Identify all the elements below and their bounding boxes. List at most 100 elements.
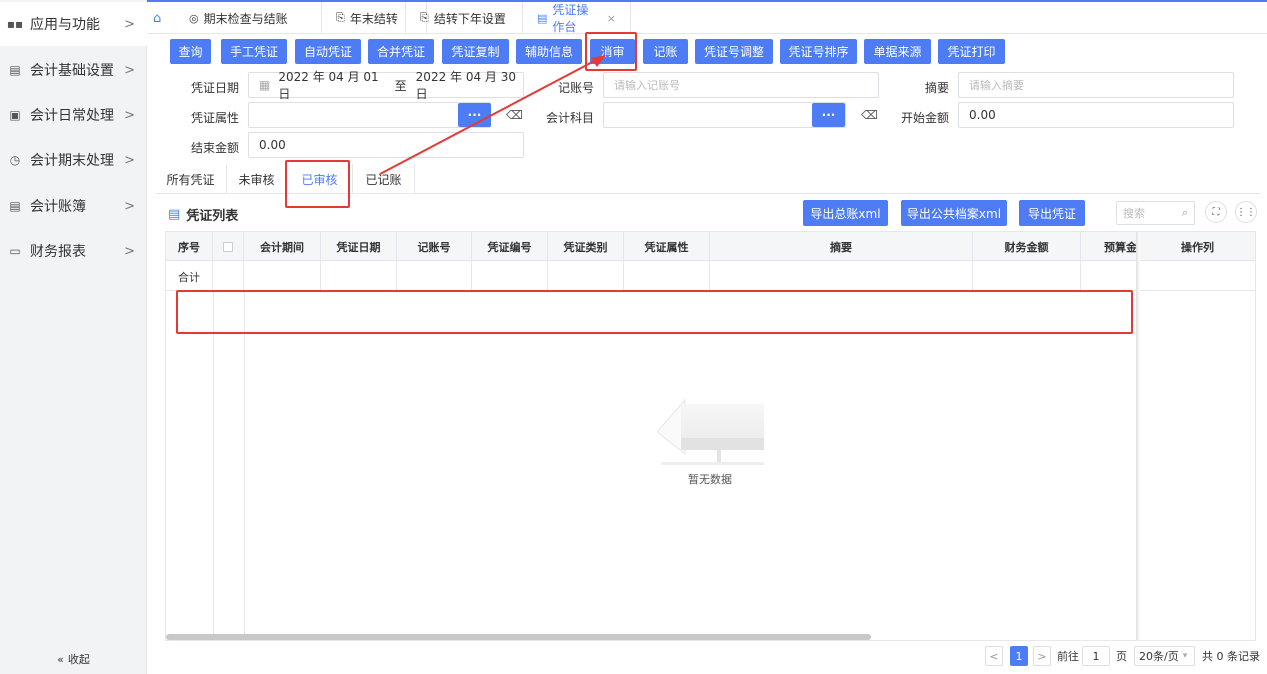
home-icon[interactable]: ⌂ [153, 11, 161, 26]
source-doc-button[interactable]: 单据来源 [864, 39, 931, 64]
start-amount-input[interactable]: 0.00 [958, 102, 1234, 128]
sidebar-item-label: 会计日常处理 [30, 108, 114, 124]
caret-down-icon: ▾ [1182, 651, 1188, 661]
empty-state-illustration [657, 398, 764, 465]
tab-label: 年末结转 [349, 11, 398, 26]
horizontal-scrollbar[interactable] [166, 634, 871, 640]
subject-label: 会计科目 [545, 111, 594, 125]
search-icon: ⌕ [1181, 206, 1188, 219]
manual-voucher-button[interactable]: 手工凭证 [221, 39, 287, 64]
account-no-input[interactable]: 请输入记账号 [603, 72, 879, 98]
print-voucher-button[interactable]: 凭证打印 [938, 39, 1005, 64]
sidebar-item-reports[interactable]: ▭ 财务报表 > [0, 229, 147, 273]
collapse-button[interactable]: « 收起 [0, 644, 147, 674]
query-button[interactable]: 查询 [170, 39, 211, 64]
sidebar-item-label: 会计基础设置 [30, 63, 114, 79]
current-page[interactable]: 1 [1010, 646, 1028, 666]
tab-label: 期末检查与结账 [203, 11, 288, 26]
sum-row: 合计 [166, 261, 1255, 291]
col-budget-amount: 预算金 [1081, 232, 1138, 261]
column-divider [244, 291, 245, 640]
sidebar-item-ledger[interactable]: ▤ 会计账簿 > [0, 184, 147, 228]
book-icon: ▤ [9, 199, 21, 213]
search-input[interactable]: 搜索 ⌕ [1116, 201, 1195, 225]
sort-number-button[interactable]: 凭证号排序 [780, 39, 857, 64]
export-archive-xml-button[interactable]: 导出公共档案xml [901, 200, 1007, 226]
sidebar-item-label: 会计期末处理 [30, 153, 114, 169]
doc-icon: ▤ [9, 63, 21, 77]
col-select-all[interactable] [213, 232, 244, 261]
page-size-select[interactable]: 20条/页 ▾ [1134, 646, 1195, 666]
col-date: 凭证日期 [321, 232, 397, 261]
chevron-right-icon: > [124, 62, 135, 78]
transfer-icon: ⎘ [336, 11, 345, 24]
columns-grid-icon[interactable]: ⋮⋮ [1235, 201, 1257, 223]
export-ledger-xml-button[interactable]: 导出总账xml [803, 200, 888, 226]
check-circle-icon: ◎ [189, 11, 199, 25]
col-period: 会计期间 [244, 232, 321, 261]
attr-label: 凭证属性 [190, 111, 239, 125]
date-label: 凭证日期 [190, 81, 239, 95]
tab-all-vouchers[interactable]: 所有凭证 [155, 164, 227, 194]
account-no-label: 记账号 [557, 81, 594, 95]
merge-voucher-button[interactable]: 合并凭证 [368, 39, 434, 64]
prev-page-button[interactable]: < [985, 646, 1003, 666]
tab-next-year-settings[interactable]: ⎘ 结转下年设置 [405, 2, 523, 34]
adjust-number-button[interactable]: 凭证号调整 [695, 39, 773, 64]
end-amount-input[interactable]: 0.00 [248, 132, 524, 158]
sidebar-item-label: 财务报表 [30, 244, 86, 260]
aux-info-button[interactable]: 辅助信息 [516, 39, 582, 64]
chevron-right-icon: > [124, 152, 135, 168]
list-title: ▤ 凭证列表 [168, 205, 238, 224]
date-range-picker[interactable]: ▦ 2022 年 04 月 01 日 至 2022 年 04 月 30 日 [248, 70, 524, 101]
subject-select-button[interactable]: ··· [812, 103, 845, 127]
sidebar-item-apps[interactable]: ▪▪ 应用与功能 > [0, 2, 147, 46]
summary-label: 摘要 [924, 81, 949, 95]
tab-voucher-console[interactable]: ▤ 凭证操作台 × [523, 2, 631, 34]
summary-input[interactable]: 请输入摘要 [958, 72, 1234, 98]
date-from: 2022 年 04 月 01 日 [278, 70, 379, 101]
clock-icon: ◷ [9, 153, 21, 167]
sidebar-item-daily[interactable]: ▣ 会计日常处理 > [0, 93, 147, 137]
attr-select-button[interactable]: ··· [458, 103, 491, 127]
tab-period-end-check[interactable]: ◎ 期末检查与结账 [175, 2, 322, 34]
list-title-text: 凭证列表 [186, 209, 239, 224]
double-chevron-left-icon: « [57, 652, 64, 666]
annotation-box-table-row [176, 290, 1133, 334]
report-icon: ▭ [9, 244, 21, 258]
copy-voucher-button[interactable]: 凭证复制 [442, 39, 509, 64]
date-separator: 至 [394, 78, 407, 93]
fullscreen-icon[interactable]: ⛶ [1205, 201, 1227, 223]
close-icon[interactable]: × [607, 12, 616, 25]
col-index: 序号 [166, 232, 213, 261]
list-icon: ▤ [168, 207, 181, 222]
tab-label: 凭证操作台 [552, 3, 589, 34]
subject-input[interactable] [603, 102, 846, 128]
calendar-icon: ▦ [259, 78, 271, 92]
chevron-right-icon: > [124, 198, 135, 214]
tab-unaudited[interactable]: 未审核 [227, 164, 287, 194]
empty-text: 暂无数据 [688, 473, 732, 486]
next-page-button[interactable]: > [1033, 646, 1051, 666]
chevron-right-icon: > [124, 243, 135, 259]
annotation-box-audited-tab [285, 160, 350, 208]
attr-input[interactable] [248, 102, 491, 128]
annotation-box-unaudit [585, 32, 637, 71]
table-header: 序号 会计期间 凭证日期 记账号 凭证编号 凭证类别 凭证属性 摘要 财务金额 … [166, 232, 1255, 261]
page-input[interactable]: 1 [1082, 646, 1110, 666]
auto-voucher-button[interactable]: 自动凭证 [295, 39, 361, 64]
start-amount-label: 开始金额 [900, 111, 949, 125]
checkbox[interactable] [223, 241, 233, 252]
post-button[interactable]: 记账 [643, 39, 688, 64]
col-actions: 操作列 [1181, 240, 1214, 254]
sidebar-item-basic-settings[interactable]: ▤ 会计基础设置 > [0, 48, 147, 92]
col-finance-amount: 财务金额 [973, 232, 1081, 261]
tab-posted[interactable]: 已记账 [353, 164, 415, 194]
export-voucher-button[interactable]: 导出凭证 [1019, 200, 1085, 226]
clear-icon[interactable]: ⌫ [506, 108, 523, 122]
search-placeholder: 搜索 [1123, 207, 1145, 220]
tab-label: 结转下年设置 [433, 11, 506, 26]
end-amount-label: 结束金额 [190, 141, 239, 155]
clear-icon[interactable]: ⌫ [861, 108, 878, 122]
sidebar-item-period-end[interactable]: ◷ 会计期末处理 > [0, 138, 147, 182]
